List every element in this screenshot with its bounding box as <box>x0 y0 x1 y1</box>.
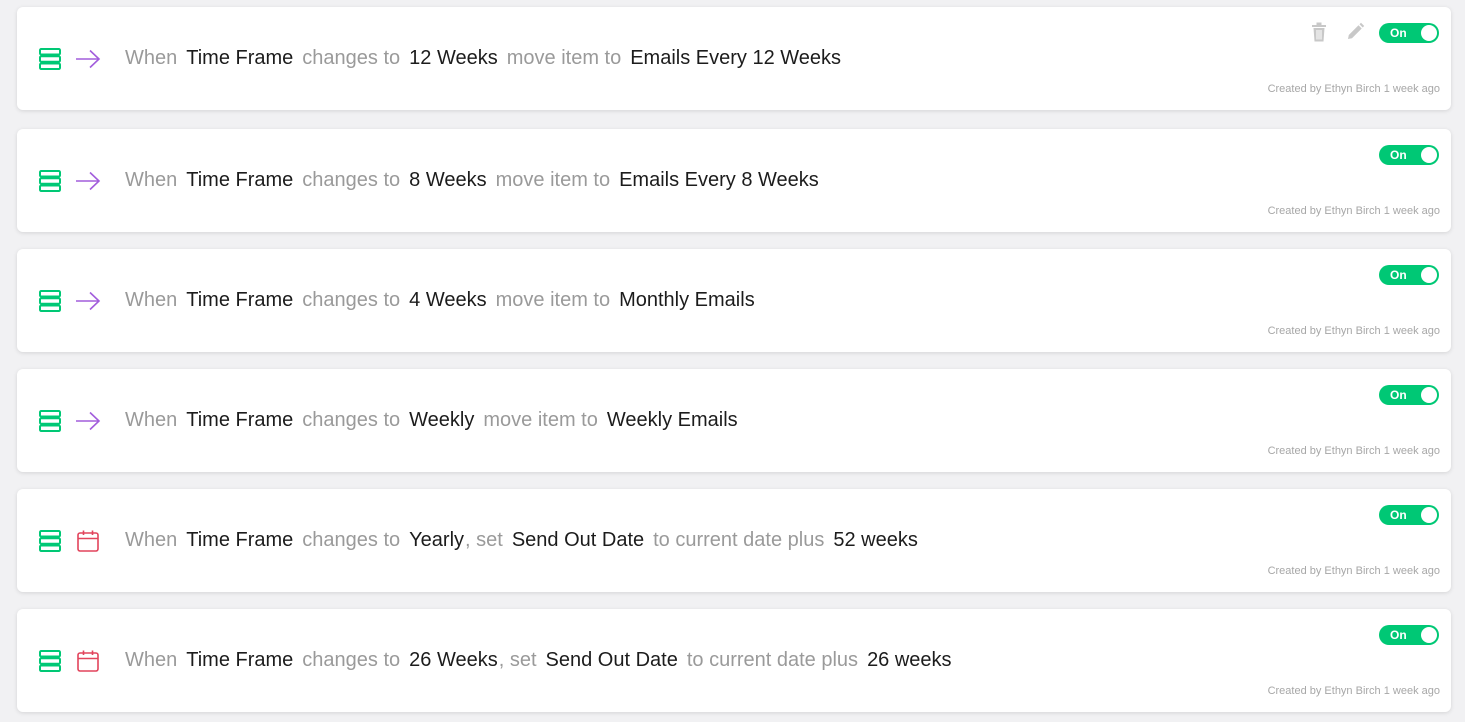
arrow-right-icon <box>75 408 101 434</box>
automation-sentence[interactable]: When Time Frame changes to 8 Weeks move item… <box>125 129 828 232</box>
sentence-connector: to current date plus <box>686 649 859 671</box>
created-by-text: Created by Ethyn Birch 1 week ago <box>1267 205 1440 217</box>
recipe-icons <box>37 7 101 110</box>
sentence-value: 12 Weeks <box>409 47 498 69</box>
sentence-value: Weekly Emails <box>606 409 738 431</box>
sentence-value: Emails Every 8 Weeks <box>619 169 819 191</box>
sentence-value: 4 Weeks <box>409 289 487 311</box>
sentence-value: Weekly <box>409 409 475 431</box>
automation-toggle[interactable]: On <box>1379 625 1439 645</box>
sentence-value: 26 Weeks <box>409 649 498 671</box>
toggle-label: On <box>1390 148 1407 162</box>
sentence-connector: move item to <box>506 47 622 69</box>
automation-card[interactable]: When Time Frame changes to 26 Weeks, set Sen… <box>17 609 1451 712</box>
sentence-connector: When <box>125 649 178 671</box>
created-by-text: Created by Ethyn Birch 1 week ago <box>1267 565 1440 577</box>
created-by-text: Created by Ethyn Birch 1 week ago <box>1267 445 1440 457</box>
automation-toggle[interactable]: On <box>1379 385 1439 405</box>
sentence-value: Send Out Date <box>511 529 645 551</box>
sentence-connector: changes to <box>302 649 401 671</box>
board-icon <box>37 648 63 674</box>
created-by-text: Created by Ethyn Birch 1 week ago <box>1267 685 1440 697</box>
board-icon <box>37 288 63 314</box>
arrow-right-icon <box>75 46 101 72</box>
calendar-icon <box>75 528 101 554</box>
pencil-icon[interactable] <box>1345 21 1365 43</box>
toggle-label: On <box>1390 508 1407 522</box>
automation-sentence[interactable]: When Time Frame changes to 12 Weeks move ite… <box>125 7 850 110</box>
toggle-label: On <box>1390 628 1407 642</box>
toggle-label: On <box>1390 388 1407 402</box>
automation-sentence[interactable]: When Time Frame changes to 26 Weeks, set Sen… <box>125 609 961 712</box>
toggle-knob <box>1421 25 1437 41</box>
created-by-text: Created by Ethyn Birch 1 week ago <box>1267 325 1440 337</box>
recipe-icons <box>37 369 101 472</box>
sentence-connector: changes to <box>302 529 401 551</box>
recipe-icons <box>37 129 101 232</box>
sentence-connector: , set <box>465 529 503 551</box>
sentence-value: 26 weeks <box>867 649 952 671</box>
automation-toggle[interactable]: On <box>1379 23 1439 43</box>
automation-card[interactable]: When Time Frame changes to 8 Weeks move item… <box>17 129 1451 232</box>
board-icon <box>37 528 63 554</box>
automation-sentence[interactable]: When Time Frame changes to Yearly, set Send … <box>125 489 927 592</box>
sentence-connector: changes to <box>302 169 401 191</box>
sentence-value: Monthly Emails <box>619 289 755 311</box>
automation-toggle[interactable]: On <box>1379 505 1439 525</box>
trash-icon[interactable] <box>1309 21 1329 43</box>
board-icon <box>37 46 63 72</box>
sentence-connector: move item to <box>495 289 611 311</box>
created-by-text: Created by Ethyn Birch 1 week ago <box>1267 83 1440 95</box>
sentence-connector: move item to <box>495 169 611 191</box>
automation-toggle[interactable]: On <box>1379 265 1439 285</box>
sentence-connector: When <box>125 289 178 311</box>
board-icon <box>37 168 63 194</box>
sentence-connector: When <box>125 529 178 551</box>
toggle-knob <box>1421 507 1437 523</box>
sentence-value: Time Frame <box>186 47 294 69</box>
toggle-label: On <box>1390 26 1407 40</box>
toggle-knob <box>1421 387 1437 403</box>
sentence-value: 52 weeks <box>833 529 918 551</box>
sentence-connector: to current date plus <box>653 529 825 551</box>
automation-card[interactable]: When Time Frame changes to Weekly move item … <box>17 369 1451 472</box>
toggle-label: On <box>1390 268 1407 282</box>
recipe-icons <box>37 609 101 712</box>
calendar-icon <box>75 648 101 674</box>
recipe-icons <box>37 249 101 352</box>
recipe-icons <box>37 489 101 592</box>
automation-sentence[interactable]: When Time Frame changes to 4 Weeks move item… <box>125 249 764 352</box>
board-icon <box>37 408 63 434</box>
sentence-connector: When <box>125 409 178 431</box>
toggle-knob <box>1421 267 1437 283</box>
automation-sentence[interactable]: When Time Frame changes to Weekly move item … <box>125 369 747 472</box>
sentence-value: Time Frame <box>186 169 294 191</box>
arrow-right-icon <box>75 288 101 314</box>
automation-card[interactable]: When Time Frame changes to Yearly, set Send … <box>17 489 1451 592</box>
sentence-value: Time Frame <box>186 649 294 671</box>
arrow-right-icon <box>75 168 101 194</box>
automation-card[interactable]: When Time Frame changes to 4 Weeks move item… <box>17 249 1451 352</box>
automation-toggle[interactable]: On <box>1379 145 1439 165</box>
sentence-connector: move item to <box>483 409 598 431</box>
sentence-connector: changes to <box>302 47 401 69</box>
card-actions <box>1309 21 1365 43</box>
sentence-value: Time Frame <box>186 409 294 431</box>
sentence-value: Emails Every 12 Weeks <box>630 47 842 69</box>
sentence-value: 8 Weeks <box>409 169 487 191</box>
sentence-connector: changes to <box>302 289 401 311</box>
toggle-knob <box>1421 627 1437 643</box>
sentence-connector: , set <box>498 649 537 671</box>
toggle-knob <box>1421 147 1437 163</box>
sentence-value: Yearly <box>409 529 465 551</box>
sentence-value: Send Out Date <box>545 649 678 671</box>
sentence-value: Time Frame <box>186 289 294 311</box>
automation-card[interactable]: When Time Frame changes to 12 Weeks move ite… <box>17 7 1451 110</box>
sentence-connector: When <box>125 47 178 69</box>
sentence-connector: When <box>125 169 178 191</box>
sentence-value: Time Frame <box>186 529 294 551</box>
sentence-connector: changes to <box>302 409 401 431</box>
